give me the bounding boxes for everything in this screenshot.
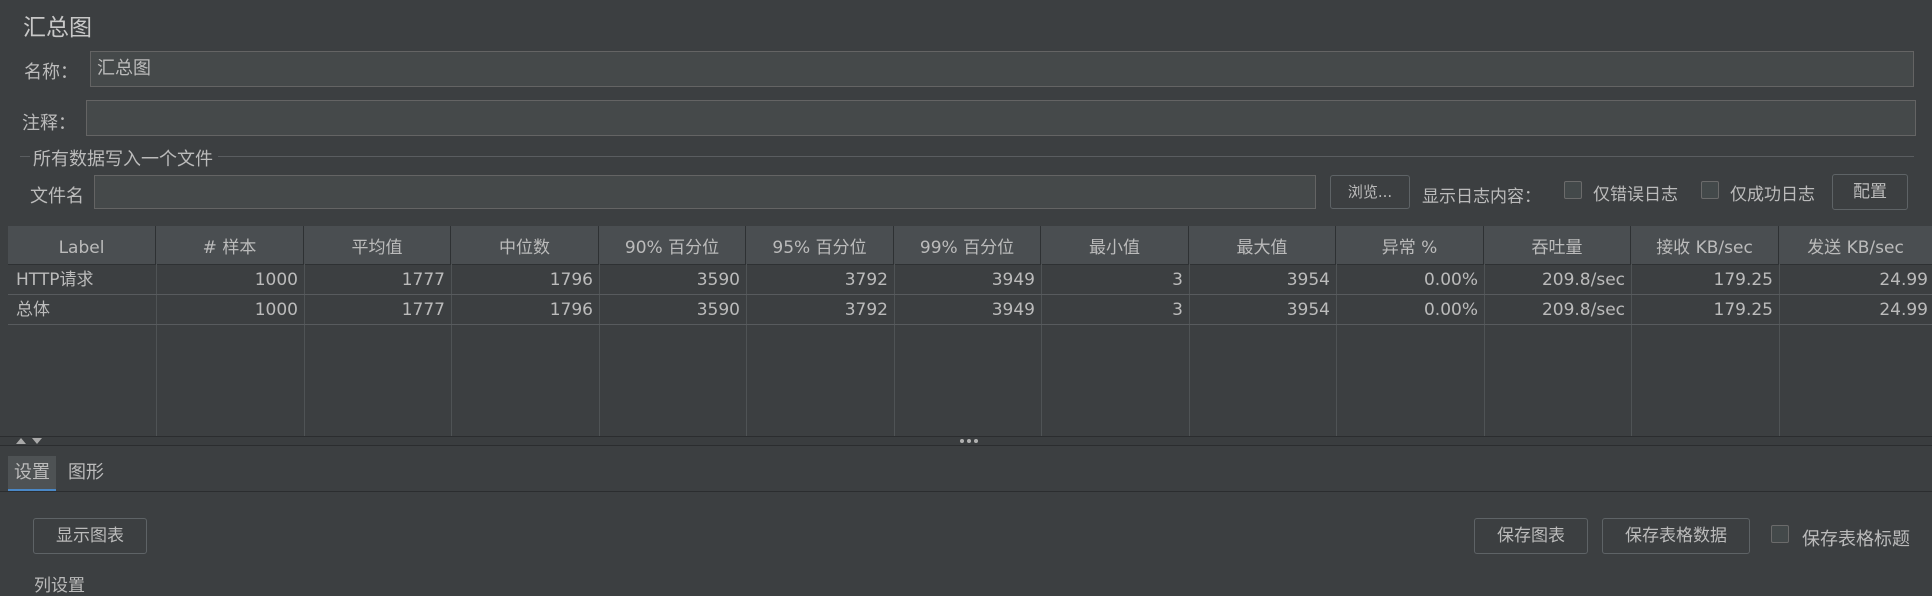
- column-header-p95[interactable]: 95% 百分位: [746, 226, 894, 264]
- table-cell: 3949: [991, 270, 1035, 290]
- browse-button[interactable]: 浏览...: [1330, 175, 1410, 209]
- column-header-average[interactable]: 平均值: [304, 226, 451, 264]
- log-display-label: 显示日志内容：: [1422, 187, 1541, 207]
- tab-graph[interactable]: 图形: [64, 456, 108, 492]
- comment-field[interactable]: [86, 100, 1916, 136]
- success-only-label: 仅成功日志: [1730, 185, 1815, 205]
- drag-handle-icon[interactable]: [958, 438, 980, 444]
- panel-title: 汇总图: [23, 15, 92, 41]
- file-name-field[interactable]: [94, 175, 1316, 209]
- table-cell: 179.25: [1713, 300, 1773, 320]
- table-cell: 3954: [1286, 300, 1330, 320]
- table-cell: 1796: [549, 270, 593, 290]
- table-cell: 1777: [401, 270, 445, 290]
- column-header-received[interactable]: 接收 KB/sec: [1631, 226, 1779, 264]
- collapse-arrows-icon[interactable]: [14, 437, 46, 445]
- column-header-median[interactable]: 中位数: [451, 226, 599, 264]
- column-header-min[interactable]: 最小值: [1041, 226, 1189, 264]
- column-header-p99[interactable]: 99% 百分位: [894, 226, 1041, 264]
- column-header-max[interactable]: 最大值: [1189, 226, 1336, 264]
- name-field[interactable]: 汇总图: [90, 51, 1914, 87]
- table-cell: 3590: [696, 270, 740, 290]
- comment-label: 注释：: [22, 113, 76, 134]
- save-table-header-label: 保存表格标题: [1802, 529, 1910, 550]
- table-cell: 3792: [844, 270, 888, 290]
- file-name-label: 文件名: [30, 186, 84, 207]
- table-cell: 3949: [991, 300, 1035, 320]
- tab-bar-border: [0, 491, 1932, 492]
- column-header-p90[interactable]: 90% 百分位: [599, 226, 746, 264]
- table-cell: HTTP请求: [16, 270, 94, 290]
- table-cell: 24.99: [1879, 300, 1928, 320]
- table-cell: 3: [1172, 270, 1183, 290]
- show-chart-button[interactable]: 显示图表: [33, 518, 147, 554]
- table-cell: 总体: [16, 300, 50, 320]
- table-row[interactable]: HTTP请求 1000 1777 1796 3590 3792 3949 3 3…: [8, 265, 1932, 295]
- table-header: Label # 样本 平均值 中位数 90% 百分位 95% 百分位 99% 百…: [8, 226, 1932, 265]
- success-only-checkbox[interactable]: [1701, 181, 1719, 199]
- table-cell: 0.00%: [1423, 270, 1478, 290]
- table-cell: 209.8/sec: [1541, 300, 1625, 320]
- errors-only-label: 仅错误日志: [1593, 185, 1678, 205]
- save-table-data-button[interactable]: 保存表格数据: [1602, 518, 1750, 554]
- tab-settings[interactable]: 设置: [8, 456, 56, 492]
- table-cell: 179.25: [1713, 270, 1773, 290]
- table-cell: 1777: [401, 300, 445, 320]
- configure-button[interactable]: 配置: [1832, 174, 1908, 210]
- errors-only-checkbox[interactable]: [1564, 181, 1582, 199]
- table-cell: 0.00%: [1423, 300, 1478, 320]
- table-cell: 1000: [254, 300, 298, 320]
- column-header-samples[interactable]: # 样本: [156, 226, 304, 264]
- column-header-error[interactable]: 异常 %: [1336, 226, 1484, 264]
- split-pane-divider[interactable]: [0, 436, 1932, 446]
- column-header-sent[interactable]: 发送 KB/sec: [1779, 226, 1932, 264]
- table-cell: 3: [1172, 300, 1183, 320]
- table-cell: 3792: [844, 300, 888, 320]
- column-settings-label: 列设置: [34, 576, 85, 596]
- group-border-right: [218, 156, 1914, 157]
- table-row[interactable]: 总体 1000 1777 1796 3590 3792 3949 3 3954 …: [8, 295, 1932, 325]
- column-header-throughput[interactable]: 吞吐量: [1484, 226, 1631, 264]
- column-header-label[interactable]: Label: [8, 226, 156, 264]
- table-cell: 24.99: [1879, 270, 1928, 290]
- table-cell: 3590: [696, 300, 740, 320]
- file-group-title: 所有数据写入一个文件: [33, 149, 213, 170]
- save-chart-button[interactable]: 保存图表: [1474, 518, 1588, 554]
- group-border-left: [20, 156, 30, 157]
- table-cell: 209.8/sec: [1541, 270, 1625, 290]
- save-table-header-checkbox[interactable]: [1771, 525, 1789, 543]
- name-label: 名称：: [24, 62, 78, 83]
- summary-table: Label # 样本 平均值 中位数 90% 百分位 95% 百分位 99% 百…: [8, 226, 1932, 436]
- table-cell: 3954: [1286, 270, 1330, 290]
- table-cell: 1000: [254, 270, 298, 290]
- table-cell: 1796: [549, 300, 593, 320]
